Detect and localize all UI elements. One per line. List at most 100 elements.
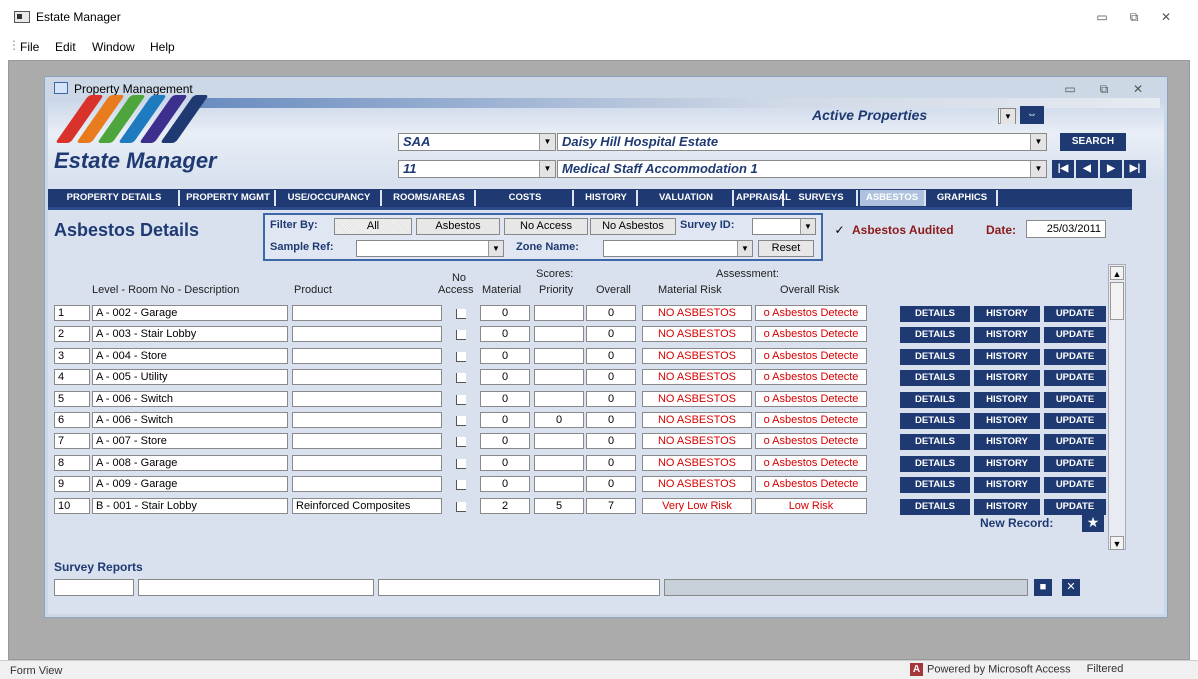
tab-asbestos[interactable]: ASBESTOS <box>860 190 926 206</box>
site-code-combo[interactable]: SAA ▼ <box>398 133 556 151</box>
tab-use-occupancy[interactable]: USE/OCCUPANCY <box>278 190 382 206</box>
first-record-icon[interactable]: |◀ <box>1052 160 1074 178</box>
update-button[interactable]: UPDATE <box>1044 370 1106 386</box>
update-button[interactable]: UPDATE <box>1044 477 1106 493</box>
product-field[interactable] <box>292 369 442 385</box>
product-field[interactable] <box>292 348 442 364</box>
tab-appraisal[interactable]: APPRAISAL <box>736 190 791 206</box>
last-record-icon[interactable]: ▶| <box>1124 160 1146 178</box>
tab-costs[interactable]: COSTS <box>478 190 574 206</box>
asbestos-audited-checkbox[interactable]: ✓ <box>834 224 845 236</box>
material-score[interactable]: 0 <box>480 348 530 364</box>
priority-score[interactable]: 0 <box>534 412 584 428</box>
no-access-checkbox[interactable] <box>456 352 466 362</box>
child-minimize-icon[interactable]: ▭ <box>1060 80 1080 98</box>
scroll-down-icon[interactable]: ▼ <box>1110 536 1124 550</box>
filter-no-asbestos-button[interactable]: No Asbestos <box>590 218 676 235</box>
material-score[interactable]: 0 <box>480 391 530 407</box>
history-button[interactable]: HISTORY <box>974 456 1040 472</box>
tab-surveys[interactable]: SURVEYS <box>786 190 858 206</box>
product-field[interactable] <box>292 433 442 449</box>
update-button[interactable]: UPDATE <box>1044 456 1106 472</box>
update-button[interactable]: UPDATE <box>1044 434 1106 450</box>
tab-valuation[interactable]: VALUATION <box>640 190 734 206</box>
close-icon[interactable]: ✕ <box>1156 8 1176 26</box>
details-button[interactable]: DETAILS <box>900 306 970 322</box>
material-score[interactable]: 0 <box>480 305 530 321</box>
menu-file[interactable]: File <box>20 40 39 54</box>
sample-ref-combo[interactable]: ▼ <box>356 240 504 257</box>
no-access-checkbox[interactable] <box>456 480 466 490</box>
history-button[interactable]: HISTORY <box>974 499 1040 515</box>
update-button[interactable]: UPDATE <box>1044 349 1106 365</box>
room-field[interactable]: A - 006 - Switch <box>92 412 288 428</box>
material-score[interactable]: 0 <box>480 433 530 449</box>
product-field[interactable]: Reinforced Composites <box>292 498 442 514</box>
priority-score[interactable] <box>534 433 584 449</box>
survey-report-field-1[interactable] <box>54 579 134 596</box>
history-button[interactable]: HISTORY <box>974 370 1040 386</box>
property-name-combo[interactable]: Medical Staff Accommodation 1 ▼ <box>557 160 1047 178</box>
delete-icon[interactable]: ✕ <box>1062 579 1080 596</box>
room-field[interactable]: A - 003 - Stair Lobby <box>92 326 288 342</box>
details-button[interactable]: DETAILS <box>900 327 970 343</box>
update-button[interactable]: UPDATE <box>1044 327 1106 343</box>
no-access-checkbox[interactable] <box>456 395 466 405</box>
survey-id-combo[interactable]: ▼ <box>752 218 816 235</box>
product-field[interactable] <box>292 305 442 321</box>
menu-edit[interactable]: Edit <box>55 40 76 54</box>
child-close-icon[interactable]: ✕ <box>1128 80 1148 98</box>
product-field[interactable] <box>292 455 442 471</box>
room-field[interactable]: A - 009 - Garage <box>92 476 288 492</box>
no-access-checkbox[interactable] <box>456 309 466 319</box>
room-field[interactable]: A - 006 - Switch <box>92 391 288 407</box>
no-access-checkbox[interactable] <box>456 373 466 383</box>
zone-name-combo[interactable]: ▼ <box>603 240 753 257</box>
filter-all-button[interactable]: All <box>334 218 412 235</box>
history-button[interactable]: HISTORY <box>974 327 1040 343</box>
product-field[interactable] <box>292 476 442 492</box>
filter-no-access-button[interactable]: No Access <box>504 218 588 235</box>
update-button[interactable]: UPDATE <box>1044 306 1106 322</box>
filter-toggle-icon[interactable]: ⇔ <box>1020 106 1044 124</box>
details-button[interactable]: DETAILS <box>900 349 970 365</box>
details-button[interactable]: DETAILS <box>900 434 970 450</box>
history-button[interactable]: HISTORY <box>974 306 1040 322</box>
material-score[interactable]: 0 <box>480 455 530 471</box>
priority-score[interactable] <box>534 369 584 385</box>
room-field[interactable]: A - 004 - Store <box>92 348 288 364</box>
details-button[interactable]: DETAILS <box>900 413 970 429</box>
filter-asbestos-button[interactable]: Asbestos <box>416 218 500 235</box>
no-access-checkbox[interactable] <box>456 459 466 469</box>
new-record-star-icon[interactable]: ★ <box>1082 512 1104 532</box>
material-score[interactable]: 0 <box>480 412 530 428</box>
material-score[interactable]: 0 <box>480 476 530 492</box>
status-combo-dropdown[interactable]: ▼ <box>998 108 1016 124</box>
survey-report-field-2[interactable] <box>138 579 374 596</box>
next-record-icon[interactable]: ▶ <box>1100 160 1122 178</box>
tab-property-details[interactable]: PROPERTY DETAILS <box>50 190 180 206</box>
room-field[interactable]: A - 008 - Garage <box>92 455 288 471</box>
history-button[interactable]: HISTORY <box>974 349 1040 365</box>
history-button[interactable]: HISTORY <box>974 392 1040 408</box>
no-access-checkbox[interactable] <box>456 502 466 512</box>
product-field[interactable] <box>292 326 442 342</box>
update-button[interactable]: UPDATE <box>1044 392 1106 408</box>
details-button[interactable]: DETAILS <box>900 456 970 472</box>
priority-score[interactable] <box>534 476 584 492</box>
details-button[interactable]: DETAILS <box>900 477 970 493</box>
scroll-up-icon[interactable]: ▲ <box>1110 266 1124 280</box>
menu-window[interactable]: Window <box>92 40 135 54</box>
tab-graphics[interactable]: GRAPHICS <box>928 190 998 206</box>
details-button[interactable]: DETAILS <box>900 499 970 515</box>
material-score[interactable]: 2 <box>480 498 530 514</box>
room-field[interactable]: A - 007 - Store <box>92 433 288 449</box>
priority-score[interactable] <box>534 455 584 471</box>
details-button[interactable]: DETAILS <box>900 392 970 408</box>
product-field[interactable] <box>292 412 442 428</box>
details-button[interactable]: DETAILS <box>900 370 970 386</box>
no-access-checkbox[interactable] <box>456 437 466 447</box>
scroll-thumb[interactable] <box>1110 282 1124 320</box>
update-button[interactable]: UPDATE <box>1044 413 1106 429</box>
open-document-icon[interactable]: ■ <box>1034 579 1052 596</box>
